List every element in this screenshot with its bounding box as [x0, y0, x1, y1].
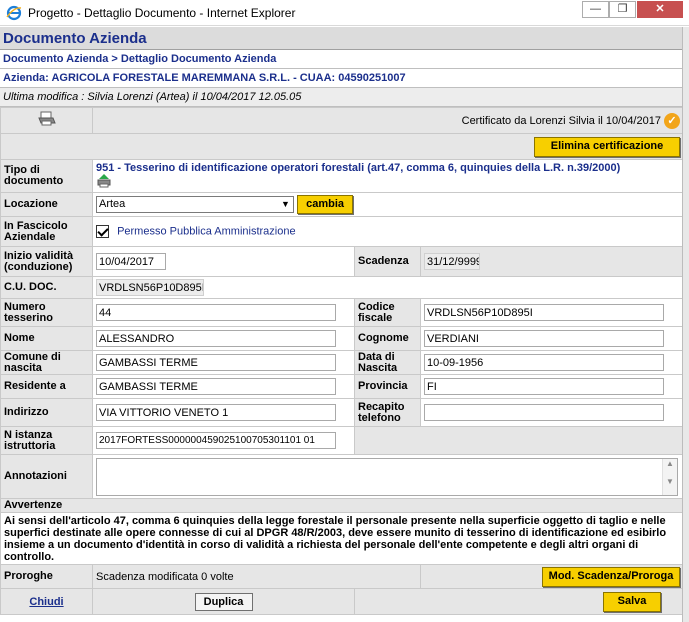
salva-button[interactable]: Salva — [603, 591, 662, 612]
inizio-label: Inizio validità (conduzione) — [0, 246, 93, 277]
inizio-cell: 10/04/2017 — [92, 246, 355, 277]
breadcrumb-item-documento-azienda[interactable]: Documento Azienda — [3, 53, 108, 65]
comune-cell: GAMBASSI TERME — [92, 350, 355, 375]
codice-label: Codice fiscale — [354, 298, 421, 327]
duplica-cell: Duplica — [92, 588, 355, 615]
avvertenze-text: Ai sensi dell'articolo 47, comma 6 quinq… — [0, 512, 682, 565]
numero-label: Numero tesserino — [0, 298, 93, 327]
istanza-cell: 2017FORTESS000000459025100705301101 01 — [92, 426, 355, 455]
recapito-cell — [419, 398, 682, 427]
codice-input[interactable]: VRDLSN56P10D895I — [424, 304, 664, 321]
provincia-input[interactable]: FI — [424, 378, 664, 395]
codice-cell: VRDLSN56P10D895I — [419, 298, 682, 327]
document-form: Certificato da Lorenzi Silvia il 10/04/2… — [0, 107, 682, 615]
locazione-select[interactable]: Artea ▼ — [96, 195, 294, 213]
azienda-info: Azienda: AGRICOLA FORESTALE MAREMMANA S.… — [0, 69, 682, 88]
cambia-button[interactable]: cambia — [297, 195, 354, 214]
chevron-down-icon: ▼ — [281, 198, 290, 209]
locazione-label: Locazione — [0, 192, 93, 217]
istanza-label: N istanza istruttoria — [0, 426, 93, 455]
breadcrumb-item-dettaglio: Dettaglio Documento Azienda — [120, 53, 277, 65]
textarea-scrollbar[interactable]: ▲ ▼ — [662, 458, 677, 495]
provincia-label: Provincia — [354, 374, 421, 399]
salva-cell: Salva — [353, 588, 682, 615]
maximize-button[interactable]: ❐ — [609, 1, 636, 18]
scadenza-cell: 31/12/9999 — [419, 246, 682, 277]
print-icon[interactable] — [37, 111, 57, 127]
print-cell — [0, 107, 93, 134]
permesso-checkbox[interactable] — [96, 225, 109, 238]
annotazioni-label: Annotazioni — [0, 454, 93, 499]
residente-label: Residente a — [0, 374, 93, 399]
cognome-input[interactable]: VERDIANI — [424, 330, 664, 347]
chiudi-link[interactable]: Chiudi — [29, 596, 63, 608]
proroghe-action-cell: Mod. Scadenza/Proroga — [419, 564, 682, 589]
residente-input[interactable]: GAMBASSI TERME — [96, 378, 336, 395]
indirizzo-label: Indirizzo — [0, 398, 93, 427]
print-document-icon[interactable] — [96, 173, 112, 188]
recapito-label: Recapito telefono — [354, 398, 421, 427]
permesso-option-label: Permesso Pubblica Amministrazione — [117, 225, 296, 238]
cognome-cell: VERDIANI — [419, 326, 682, 351]
breadcrumb-separator: > — [111, 53, 118, 65]
breadcrumb: Documento Azienda > Dettaglio Documento … — [0, 50, 682, 69]
cudoc-value: VRDLSN56P10D895I — [96, 279, 204, 296]
provincia-cell: FI — [419, 374, 682, 399]
inizio-input[interactable]: 10/04/2017 — [96, 253, 166, 270]
last-modified-info: Ultima modifica : Silvia Lorenzi (Artea)… — [0, 88, 682, 107]
recapito-input[interactable] — [424, 404, 664, 421]
cudoc-label: C.U. DOC. — [0, 276, 93, 299]
nome-label: Nome — [0, 326, 93, 351]
tipo-value: 951 - Tesserino di identificazione opera… — [96, 161, 621, 174]
page-scrollbar[interactable] — [683, 27, 689, 622]
nome-input[interactable]: ALESSANDRO — [96, 330, 336, 347]
nome-cell: ALESSANDRO — [92, 326, 355, 351]
window-title: Progetto - Dettaglio Documento - Interne… — [28, 6, 296, 20]
locazione-selected: Artea — [99, 197, 126, 210]
comune-label: Comune di nascita — [0, 350, 93, 375]
tipo-cell: 951 - Tesserino di identificazione opera… — [91, 159, 682, 193]
numero-input[interactable]: 44 — [96, 304, 336, 321]
window-titlebar: Progetto - Dettaglio Documento - Interne… — [0, 0, 689, 26]
numero-cell: 44 — [92, 298, 355, 327]
certified-check-icon: ✓ — [664, 112, 681, 129]
cudoc-cell: VRDLSN56P10D895I — [91, 276, 682, 299]
annotazioni-cell: ▲ ▼ — [91, 454, 682, 499]
annotazioni-textarea[interactable]: ▲ ▼ — [96, 457, 678, 496]
proroghe-label: Proroghe — [0, 564, 93, 589]
minimize-button[interactable]: — — [582, 1, 609, 18]
proroghe-text: Scadenza modificata 0 volte — [92, 564, 421, 589]
data-nascita-input[interactable]: 10-09-1956 — [424, 354, 664, 371]
cognome-label: Cognome — [354, 326, 421, 351]
scadenza-label: Scadenza — [354, 246, 421, 277]
residente-cell: GAMBASSI TERME — [92, 374, 355, 399]
scadenza-value: 31/12/9999 — [424, 253, 480, 270]
internet-explorer-icon — [6, 5, 22, 21]
close-window-button[interactable]: ✕ — [637, 1, 683, 18]
indirizzo-cell: VIA VITTORIO VENETO 1 — [92, 398, 355, 427]
certification-text: Certificato da Lorenzi Silvia il 10/04/2… — [461, 114, 661, 127]
page-title: Documento Azienda — [0, 27, 682, 50]
comune-input[interactable]: GAMBASSI TERME — [96, 354, 336, 371]
tipo-label: Tipo di documento — [0, 159, 93, 193]
chiudi-cell: Chiudi — [0, 588, 93, 615]
certification-action-cell: Elimina certificazione — [0, 133, 682, 160]
locazione-cell: Artea ▼ cambia — [91, 192, 682, 217]
data-nascita-label: Data di Nascita — [354, 350, 421, 375]
page-content: Documento Azienda Documento Azienda > De… — [0, 27, 683, 622]
duplica-button[interactable]: Duplica — [194, 592, 253, 611]
fascicolo-cell: Permesso Pubblica Amministrazione — [91, 216, 682, 247]
indirizzo-input[interactable]: VIA VITTORIO VENETO 1 — [96, 404, 336, 421]
fascicolo-label: In Fascicolo Aziendale — [0, 216, 93, 247]
delete-certification-button[interactable]: Elimina certificazione — [534, 136, 681, 157]
certification-cell: Certificato da Lorenzi Silvia il 10/04/2… — [91, 107, 682, 134]
istanza-empty-cell — [353, 426, 682, 455]
mod-scadenza-proroga-button[interactable]: Mod. Scadenza/Proroga — [542, 566, 681, 587]
istanza-input[interactable]: 2017FORTESS000000459025100705301101 01 — [96, 432, 336, 449]
data-nascita-cell: 10-09-1956 — [419, 350, 682, 375]
avvertenze-title: Avvertenze — [0, 498, 682, 513]
